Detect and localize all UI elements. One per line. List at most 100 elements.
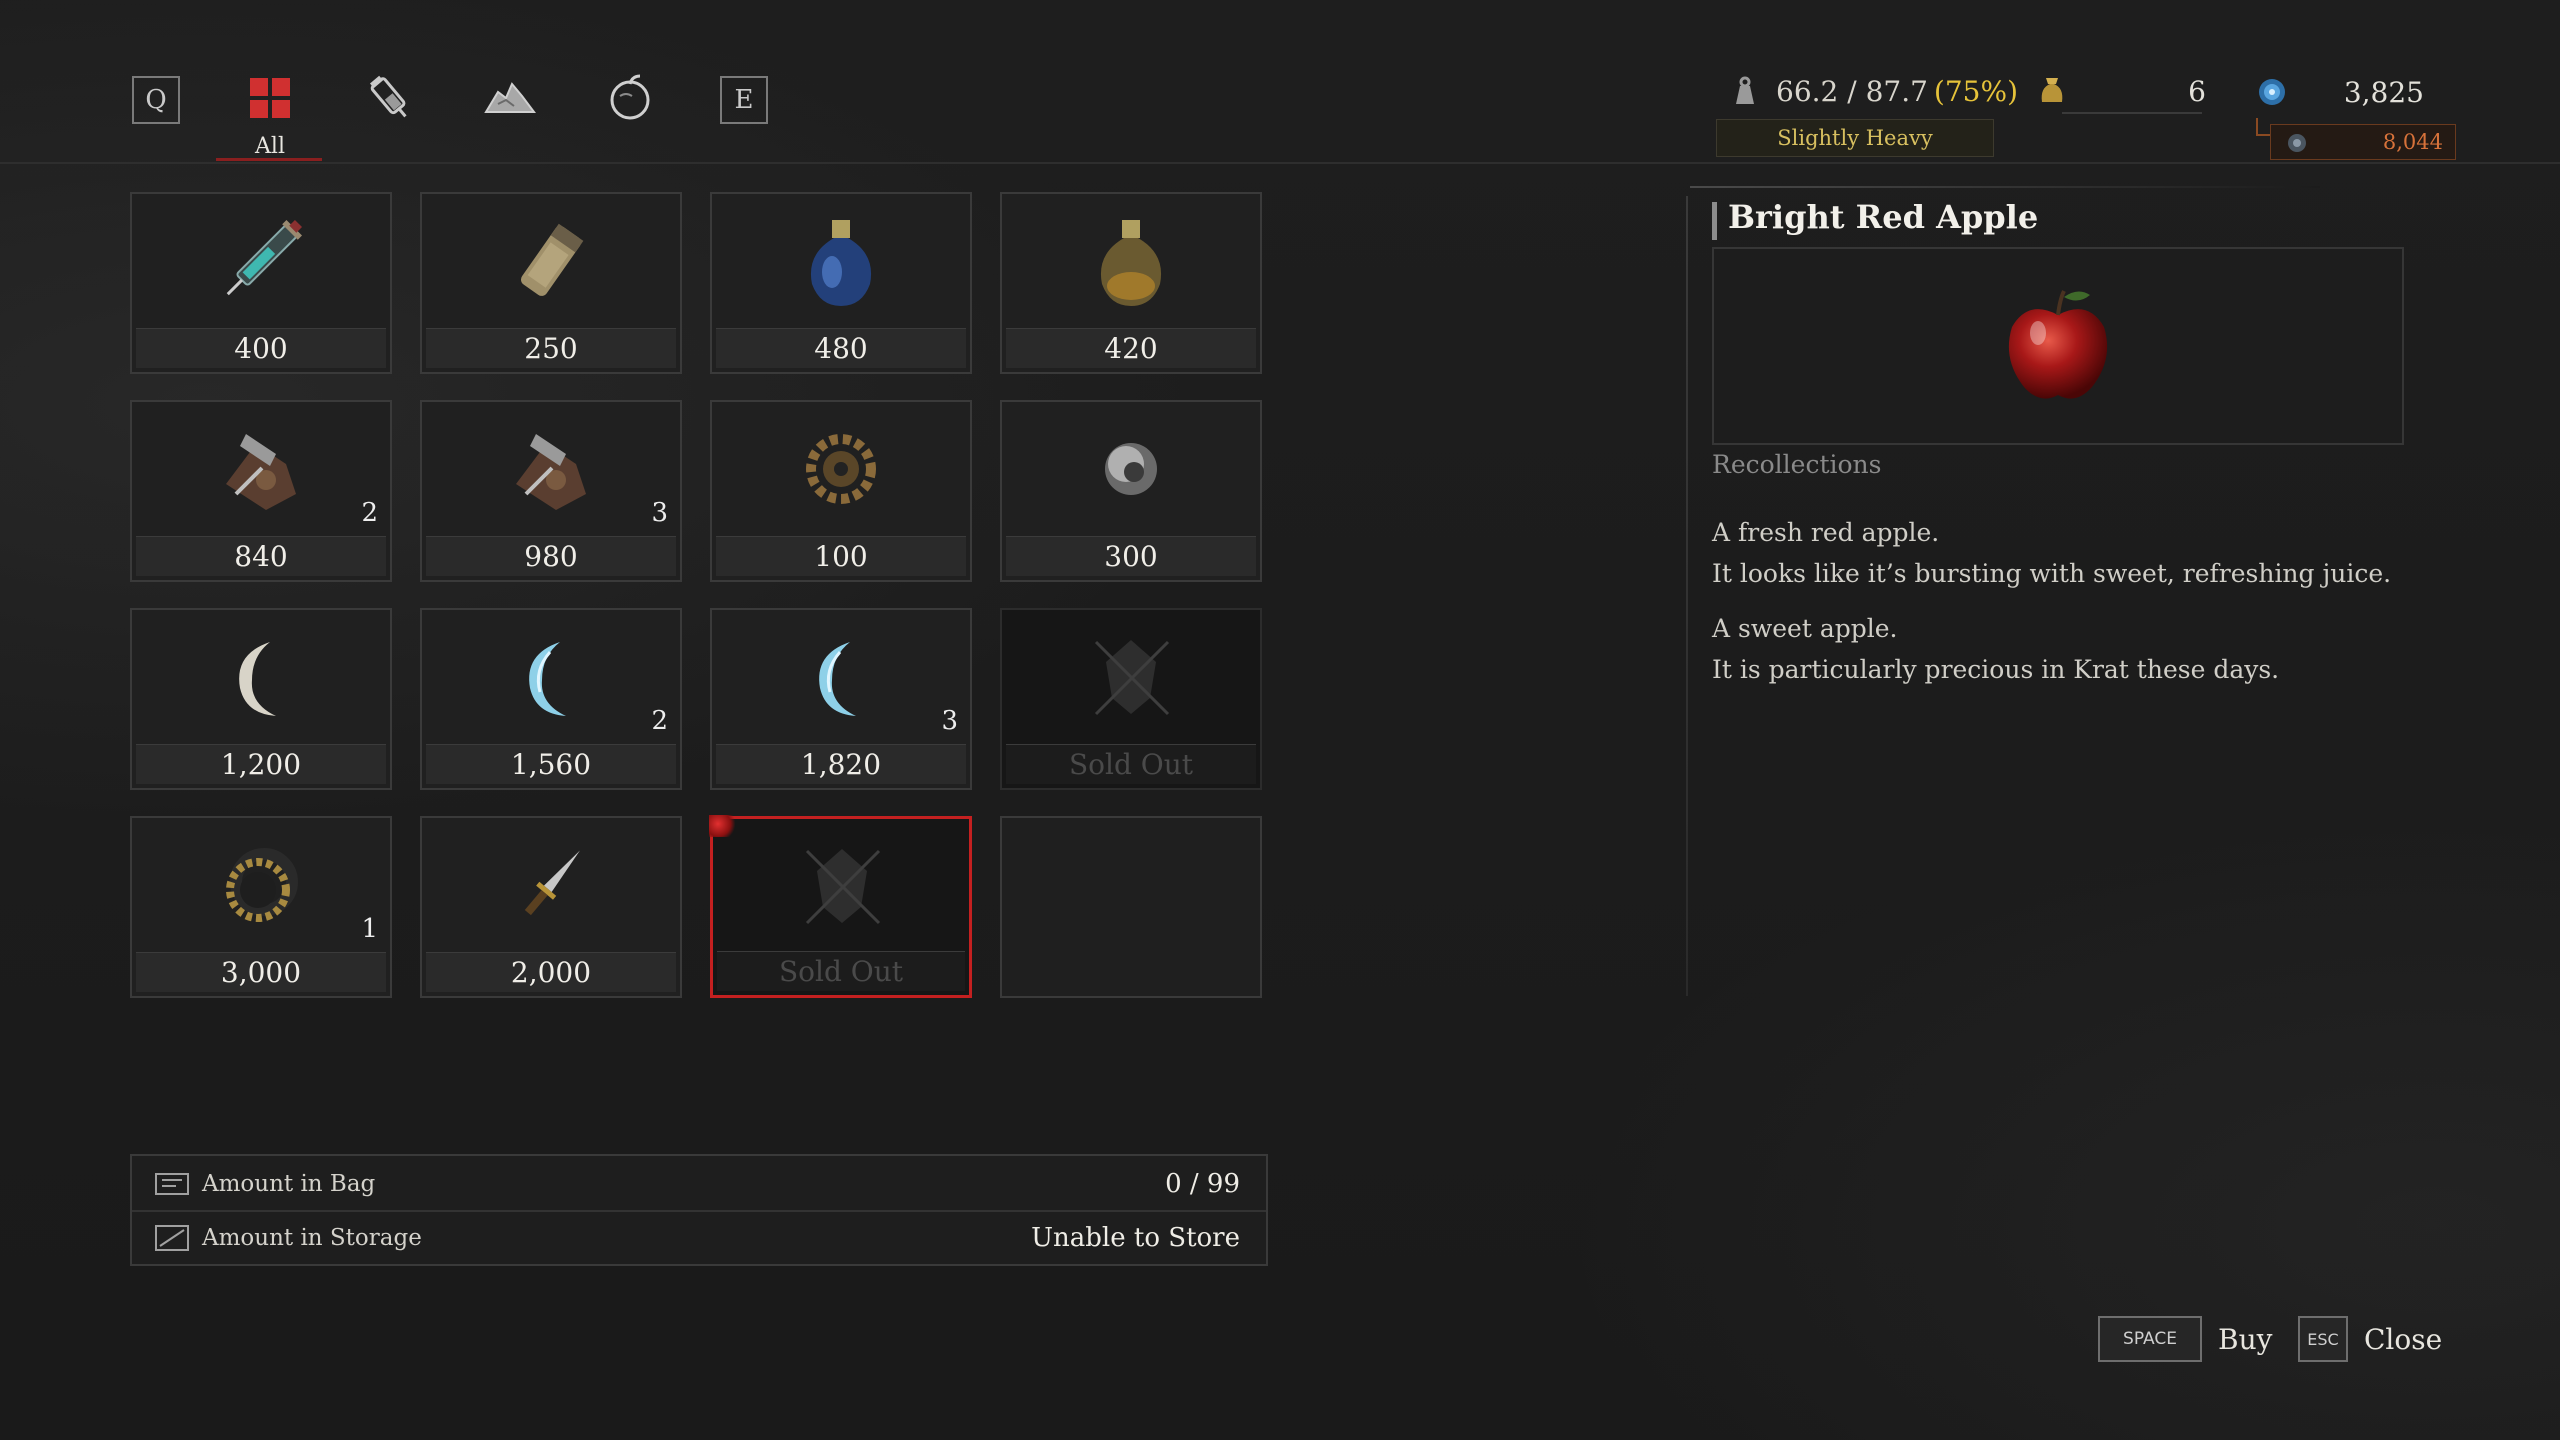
prev-category-key[interactable]: Q [132,76,180,124]
amount-in-storage-label: Amount in Storage [202,1225,422,1251]
red-apple-icon [2008,290,2108,399]
shop-item-slot[interactable]: 840 2 [130,400,392,582]
shop-screen: { "nav": { "left_key": "Q", "right_key":… [0,0,2560,1440]
space-key: SPACE [2098,1316,2202,1362]
amber-flask-icon [1100,220,1162,306]
info-divider [132,1210,1266,1212]
item-art [712,610,970,744]
description-line: It is particularly precious in Krat thes… [1712,655,2280,684]
consumable-vial-icon [369,75,407,118]
tab-materials[interactable] [474,70,546,160]
ergo-icon [2259,79,2285,105]
shop-item-slot[interactable]: Sold Out [709,815,972,998]
item-price: 100 [716,536,966,576]
ergo-after-value: 8,044 [2382,130,2443,154]
shop-item-slot[interactable]: 1,200 [130,608,392,790]
gear-ring-icon [226,848,298,922]
description-paragraph-2: A sweet apple. It is particularly precio… [1712,608,2412,690]
item-art [1002,194,1260,328]
description-line: It looks like it’s bursting with sweet, … [1712,559,2392,588]
item-price: 3,000 [136,952,386,992]
amount-in-bag-label: Amount in Bag [202,1171,376,1197]
detail-title-marker [1712,202,1717,240]
shop-item-slot[interactable]: 1,560 2 [420,608,682,790]
scrap-parts-icon [226,434,296,510]
active-tab-underline [216,158,322,161]
blue-crescent-icon [529,642,566,716]
gold-coin-count: 6 [2188,74,2206,108]
owned-quantity: 1 [361,914,378,944]
owned-quantity: 2 [361,498,378,528]
ergo-stat: 3,825 [2254,74,2424,110]
coin-pouch-icon [2041,78,2063,102]
item-detail-image [1712,247,2404,445]
item-price: 420 [1006,328,1256,368]
item-price: 840 [136,536,386,576]
shop-item-slot[interactable]: 420 [1000,192,1262,374]
ergo-bracket [2256,118,2270,136]
shop-item-slot[interactable]: 300 [1000,400,1262,582]
shop-item-slot[interactable]: 3,000 1 [130,816,392,998]
close-label: Close [2364,1322,2443,1356]
close-action[interactable]: ESC Close [2298,1316,2442,1362]
storage-icon [155,1225,189,1251]
shop-item-slot[interactable]: 980 3 [420,400,682,582]
item-art [132,610,390,744]
shop-item-slot[interactable]: 250 [420,192,682,374]
item-description: A fresh red apple. It looks like it’s bu… [1712,512,2412,704]
buy-action[interactable]: SPACE Buy [2098,1316,2272,1362]
apple-misc-icon [610,74,650,120]
owned-quantity: 3 [651,498,668,528]
moonstone-orb-icon [1105,443,1157,495]
item-art [132,194,390,328]
item-art [712,194,970,328]
shop-item-slot[interactable]: 2,000 [420,816,682,998]
gold-coin-stat: 6 [2036,74,2206,108]
cartridge-icon [520,223,584,296]
weight-stat: 66.2 / 87.7 (75%) [1728,74,2018,108]
item-price: 1,560 [426,744,676,784]
amount-in-storage-row: Amount in Storage Unable to Store [132,1214,1266,1262]
item-price: 2,000 [426,952,676,992]
ergo-count: 3,825 [2343,75,2424,109]
ergo-after-purchase: 8,044 [2270,124,2456,160]
item-price: 480 [716,328,966,368]
amount-in-storage-value: Unable to Store [1031,1223,1240,1253]
item-art [132,818,390,952]
item-art [422,818,680,952]
item-art [712,402,970,536]
item-price: 1,200 [136,744,386,784]
shop-item-slot[interactable]: 480 [710,192,972,374]
esc-key: ESC [2298,1316,2348,1362]
shop-item-slot[interactable]: 1,820 3 [710,608,972,790]
dagger-icon [524,850,580,916]
selection-corner-mark [709,815,739,837]
bag-icon [155,1173,189,1195]
weight-status-badge: Slightly Heavy [1716,119,1994,157]
next-category-key[interactable]: E [720,76,768,124]
shop-item-slot[interactable]: 100 [710,400,972,582]
tab-all[interactable]: All [234,70,306,160]
weight-percent: (75%) [1933,74,2019,108]
item-art [132,402,390,536]
item-art [422,610,680,744]
item-price: 250 [426,328,676,368]
shop-item-slot[interactable]: 400 [130,192,392,374]
item-art [713,819,971,953]
item-price: 1,820 [716,744,966,784]
white-crescent-icon [239,642,276,716]
item-price: 400 [136,328,386,368]
material-pile-icon [484,82,536,113]
item-category: Recollections [1712,450,1882,479]
description-line: A sweet apple. [1712,614,1898,643]
item-art [1002,402,1260,536]
sold-out-icon [1094,640,1170,716]
scrap-parts-icon [516,434,586,510]
shop-item-slot[interactable]: Sold Out [1000,608,1262,790]
item-price: 300 [1006,536,1256,576]
amount-info-panel: Amount in Bag 0 / 99 Amount in Storage U… [130,1154,1268,1266]
tab-consumables[interactable] [354,70,426,160]
owned-quantity: 3 [941,706,958,736]
sold-out-label: Sold Out [717,951,965,991]
tab-misc[interactable] [594,70,666,160]
